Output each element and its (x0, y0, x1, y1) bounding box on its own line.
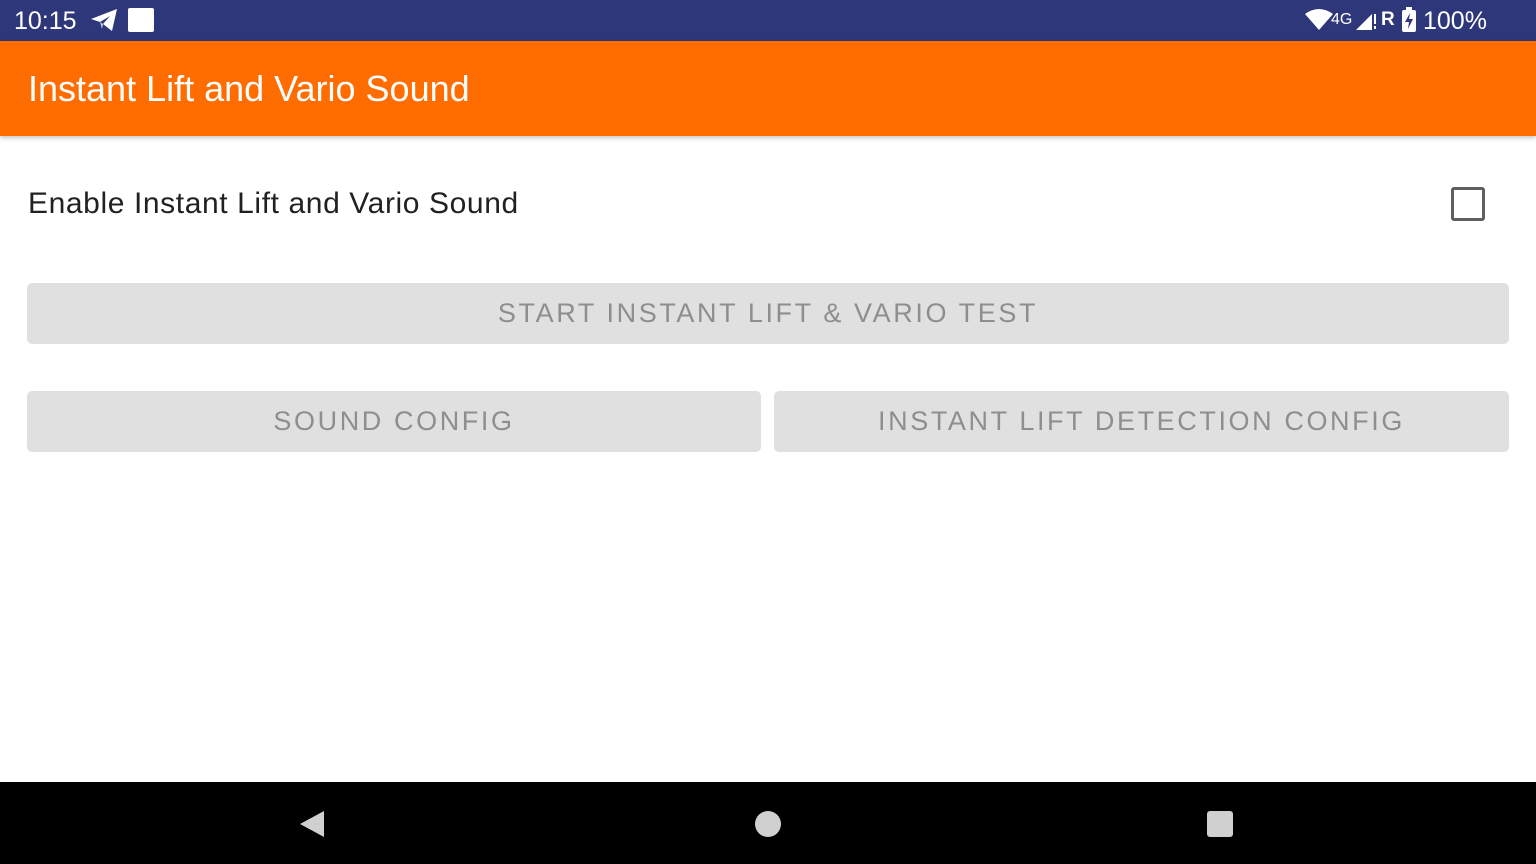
enable-sound-setting[interactable]: Enable Instant Lift and Vario Sound (0, 168, 1536, 240)
wifi-icon (1305, 9, 1333, 30)
screen: 10:15 4G R 100% Instant Lift and Vario S… (0, 0, 1536, 864)
battery-percentage: 100% (1423, 7, 1487, 35)
status-bar: 10:15 4G R 100% (0, 0, 1536, 41)
start-test-button[interactable]: START INSTANT LIFT & VARIO TEST (27, 283, 1509, 344)
enable-sound-checkbox[interactable] (1451, 187, 1485, 221)
app-bar: Instant Lift and Vario Sound (0, 41, 1536, 136)
signal-icon (1356, 14, 1376, 30)
telegram-icon (91, 9, 117, 31)
status-time: 10:15 (14, 7, 77, 35)
roaming-indicator: R (1381, 9, 1395, 30)
notification-square-icon (128, 8, 154, 32)
network-type: 4G (1331, 11, 1353, 28)
navigation-bar (0, 782, 1536, 864)
recents-icon[interactable] (1207, 811, 1233, 837)
sound-config-button[interactable]: SOUND CONFIG (27, 391, 761, 452)
battery-charging-icon (1402, 7, 1416, 32)
detection-config-button[interactable]: INSTANT LIFT DETECTION CONFIG (774, 391, 1509, 452)
back-icon[interactable] (298, 809, 326, 839)
home-icon[interactable] (755, 811, 781, 837)
enable-sound-label: Enable Instant Lift and Vario Sound (28, 187, 519, 220)
page-title: Instant Lift and Vario Sound (28, 68, 470, 109)
